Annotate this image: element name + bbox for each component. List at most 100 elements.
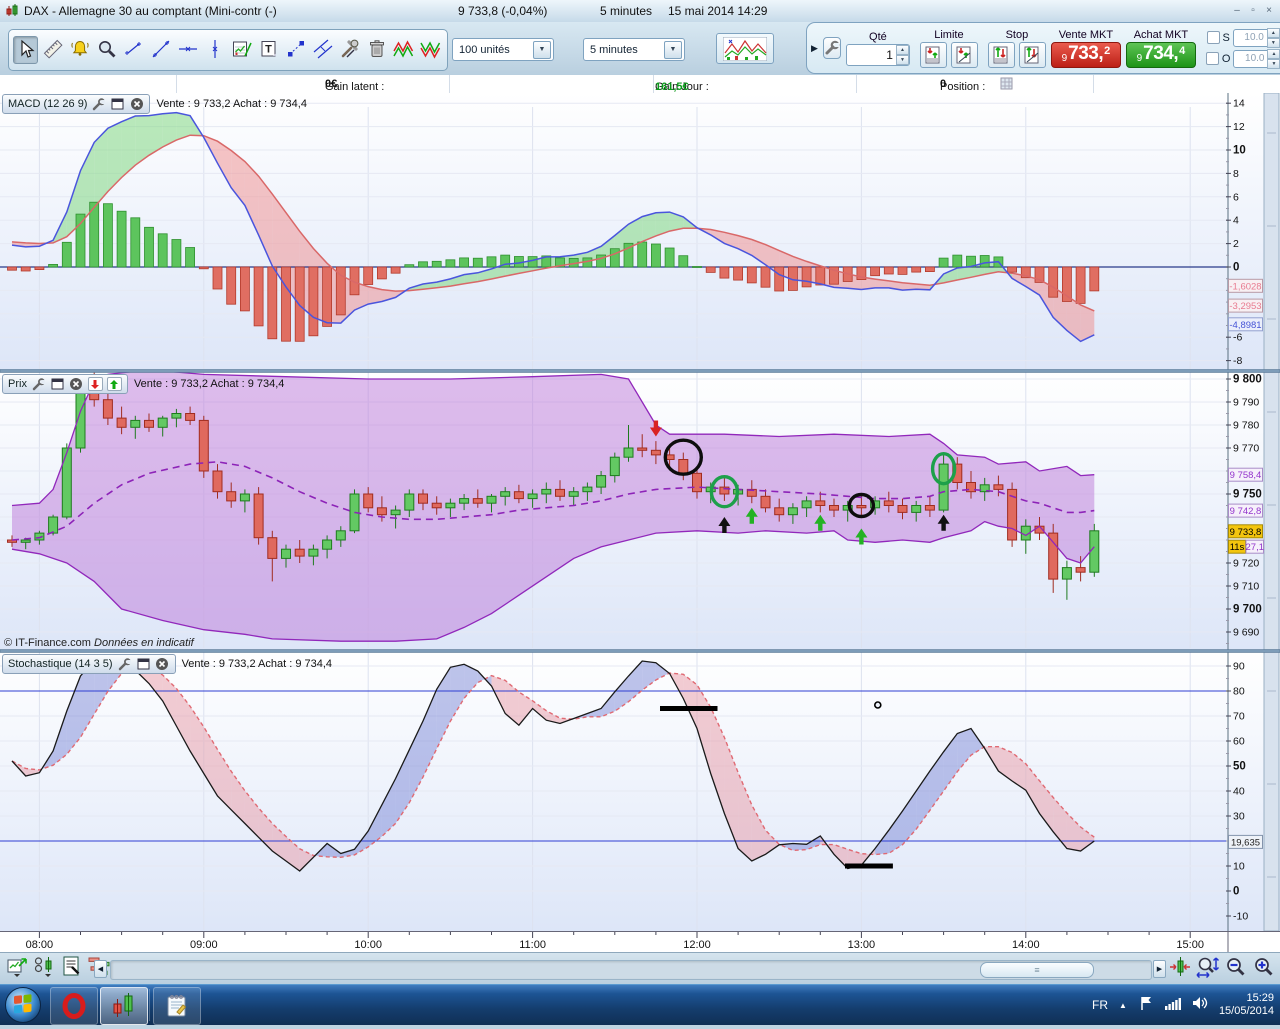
stoch-header-box[interactable]: Stochastique (14 3 5) bbox=[2, 654, 176, 674]
stoch-panel-title: Stochastique (14 3 5) bbox=[8, 658, 113, 670]
price-header-box[interactable]: Prix bbox=[2, 374, 128, 394]
text-note-tool-button[interactable]: T bbox=[256, 36, 281, 64]
positions-button[interactable] bbox=[33, 956, 57, 980]
zoom-in-button[interactable] bbox=[1252, 956, 1276, 980]
vertical-line-tool-button[interactable] bbox=[202, 36, 227, 64]
zigzag-down-tool-button[interactable] bbox=[418, 36, 443, 64]
chart-style-button[interactable] bbox=[716, 33, 774, 64]
macd-header-box[interactable]: MACD (12 26 9) bbox=[2, 94, 151, 114]
svg-text:08:00: 08:00 bbox=[26, 939, 54, 951]
quantity-label: Qté bbox=[869, 30, 887, 43]
scroll-left-icon[interactable]: ◀ bbox=[94, 960, 107, 978]
units-dropdown[interactable]: 100 unités ▼ bbox=[452, 38, 554, 61]
action-flag-icon[interactable] bbox=[1138, 995, 1153, 1016]
svg-text:12: 12 bbox=[1233, 121, 1245, 133]
minimize-icon[interactable]: – bbox=[1230, 4, 1244, 17]
window-icon[interactable] bbox=[50, 377, 65, 391]
network-signal-icon[interactable] bbox=[1164, 996, 1181, 1015]
taskbar-app-opera[interactable] bbox=[50, 987, 98, 1025]
wrench-icon[interactable] bbox=[31, 377, 46, 391]
vertical-line-icon bbox=[204, 38, 226, 63]
limit-group: Limite bbox=[919, 29, 978, 68]
tray-expand-icon[interactable]: ▲ bbox=[1119, 1001, 1127, 1010]
segment-tool-button[interactable] bbox=[121, 36, 146, 64]
horizontal-scrollbar[interactable]: ≡ bbox=[110, 960, 1152, 980]
wrench-icon[interactable] bbox=[91, 97, 106, 111]
drawing-tools-tool-button[interactable] bbox=[337, 36, 362, 64]
windows-taskbar: FR ▲ 15:29 15/05/2014 bbox=[0, 984, 1280, 1025]
maximize-icon[interactable]: ▫ bbox=[1246, 4, 1260, 17]
svg-text:10:00: 10:00 bbox=[354, 939, 382, 951]
notepad-icon bbox=[167, 995, 187, 1017]
indicator-window-tool-button[interactable] bbox=[229, 36, 254, 64]
application-window: DAX - Allemagne 30 au comptant (Mini-con… bbox=[0, 0, 1280, 1025]
move-points-tool-button[interactable] bbox=[283, 36, 308, 64]
quantity-stepper[interactable]: 1 ▲ ▼ bbox=[845, 43, 910, 66]
o-value-stepper[interactable]: 10.0 ▲ ▼ bbox=[1233, 48, 1280, 69]
ruler-tool-button[interactable] bbox=[40, 36, 65, 64]
volume-icon[interactable] bbox=[1192, 996, 1208, 1015]
limit-order-edit-button[interactable] bbox=[950, 41, 978, 68]
candle-width-button[interactable] bbox=[1168, 956, 1192, 980]
limit-order-button[interactable] bbox=[919, 41, 947, 68]
scroll-right-icon[interactable]: ▶ bbox=[1153, 960, 1166, 978]
sell-arrow-icon[interactable] bbox=[87, 377, 103, 391]
stepper-arrows-icon[interactable]: ▲ ▼ bbox=[1266, 27, 1280, 48]
wrench-icon[interactable] bbox=[117, 657, 132, 671]
parallel-channel-tool-button[interactable] bbox=[310, 36, 335, 64]
app-candles-icon bbox=[5, 3, 20, 21]
svg-text:10: 10 bbox=[1233, 861, 1245, 873]
bottom-right-tools bbox=[1168, 956, 1276, 980]
alarm-tool-button[interactable] bbox=[67, 36, 92, 64]
magnifier-icon bbox=[96, 38, 118, 63]
close-icon[interactable]: × bbox=[1262, 4, 1276, 17]
stop-order-button[interactable] bbox=[987, 41, 1015, 68]
close-icon[interactable] bbox=[69, 377, 84, 391]
language-indicator[interactable]: FR bbox=[1092, 998, 1108, 1012]
new-chart-button[interactable] bbox=[6, 956, 30, 980]
svg-text:14: 14 bbox=[1233, 98, 1245, 110]
buy-arrow-icon[interactable] bbox=[106, 377, 122, 391]
svg-text:-8: -8 bbox=[1233, 355, 1242, 367]
zigzag-up-tool-button[interactable] bbox=[391, 36, 416, 64]
stop-order-edit-button[interactable] bbox=[1018, 41, 1046, 68]
limit-order-icon bbox=[925, 46, 940, 63]
chevron-down-icon[interactable]: ▼ bbox=[664, 40, 682, 59]
taskbar-app-notepad[interactable] bbox=[153, 987, 201, 1025]
panel-collapse-icon[interactable]: ▶ bbox=[811, 43, 818, 54]
s-value-stepper[interactable]: 10.0 ▲ ▼ bbox=[1232, 27, 1280, 48]
report-button[interactable] bbox=[60, 956, 84, 980]
objective-checkbox[interactable] bbox=[1205, 52, 1219, 65]
cursor-tool-button[interactable] bbox=[13, 36, 38, 64]
sell-market-group: Vente MKT 9 733, 2 bbox=[1050, 29, 1121, 68]
trendline-tool-button[interactable] bbox=[148, 36, 173, 64]
zigzag-up-icon bbox=[392, 38, 416, 63]
svg-text:9 758,4: 9 758,4 bbox=[1230, 470, 1262, 481]
zoom-range-button[interactable] bbox=[1196, 956, 1220, 980]
sell-market-button[interactable]: 9 733, 2 bbox=[1050, 41, 1121, 68]
position-grid-icon[interactable] bbox=[1000, 77, 1013, 93]
stepper-arrows-icon[interactable]: ▲ ▼ bbox=[895, 44, 909, 65]
zoom-out-button[interactable] bbox=[1224, 956, 1248, 980]
timeframe-dropdown[interactable]: 5 minutes ▼ bbox=[583, 38, 685, 61]
horizontal-line-tool-button[interactable] bbox=[175, 36, 200, 64]
stepper-arrows-icon[interactable]: ▲ ▼ bbox=[1267, 48, 1280, 69]
wrench-icon bbox=[825, 40, 840, 55]
title-bar: DAX - Allemagne 30 au comptant (Mini-con… bbox=[0, 0, 1280, 23]
window-icon[interactable] bbox=[136, 657, 151, 671]
taskbar-app-trading[interactable] bbox=[100, 987, 148, 1025]
windows-start-icon bbox=[5, 987, 41, 1023]
trash-tool-button[interactable] bbox=[364, 36, 389, 64]
window-icon[interactable] bbox=[110, 97, 125, 111]
close-icon[interactable] bbox=[155, 657, 170, 671]
start-button[interactable] bbox=[3, 986, 43, 1024]
scrollbar-thumb[interactable]: ≡ bbox=[980, 962, 1094, 978]
close-icon[interactable] bbox=[129, 97, 144, 111]
buy-market-button[interactable]: 9 734, 4 bbox=[1125, 41, 1196, 68]
chevron-down-icon[interactable]: ▼ bbox=[533, 40, 551, 59]
taskbar-clock[interactable]: 15:29 15/05/2014 bbox=[1219, 992, 1274, 1018]
trading-settings-button[interactable] bbox=[822, 37, 841, 59]
stop-checkbox[interactable] bbox=[1206, 31, 1220, 44]
magnifier-tool-button[interactable] bbox=[94, 36, 119, 64]
svg-text:0: 0 bbox=[1233, 886, 1239, 898]
